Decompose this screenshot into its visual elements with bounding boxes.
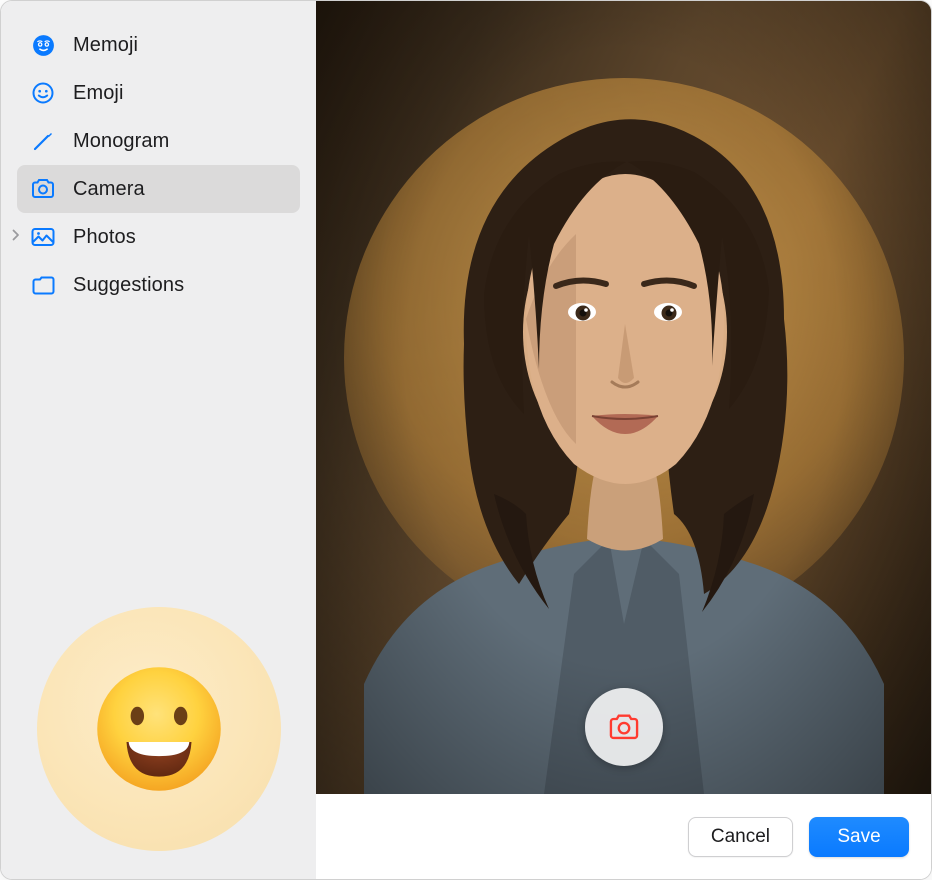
sidebar-item-label: Camera: [73, 178, 145, 201]
main-content: Cancel Save: [316, 1, 931, 879]
sidebar-item-label: Emoji: [73, 82, 124, 105]
sidebar-list: Memoji Emoji: [17, 21, 300, 309]
sidebar: Memoji Emoji: [1, 1, 316, 879]
emoji-icon: [29, 79, 57, 107]
footer: Cancel Save: [316, 794, 931, 879]
shutter-button[interactable]: [585, 688, 663, 766]
profile-picture-editor: Memoji Emoji: [0, 0, 932, 880]
sidebar-item-label: Monogram: [73, 130, 169, 153]
sidebar-item-label: Suggestions: [73, 274, 184, 297]
photos-icon: [29, 223, 57, 251]
sidebar-item-label: Memoji: [73, 34, 138, 57]
sidebar-item-emoji[interactable]: Emoji: [17, 69, 300, 117]
camera-shutter-icon: [607, 713, 641, 742]
chevron-right-icon: [11, 228, 21, 246]
save-button[interactable]: Save: [809, 817, 909, 857]
current-picture-preview: [37, 607, 281, 851]
camera-subject: [344, 64, 904, 794]
sidebar-item-label: Photos: [73, 226, 136, 249]
sidebar-item-photos[interactable]: Photos: [17, 213, 300, 261]
sidebar-item-monogram[interactable]: Monogram: [17, 117, 300, 165]
monogram-icon: [29, 127, 57, 155]
suggestions-icon: [29, 271, 57, 299]
sidebar-item-suggestions[interactable]: Suggestions: [17, 261, 300, 309]
camera-preview: [316, 1, 931, 794]
camera-icon: [29, 175, 57, 203]
sidebar-item-camera[interactable]: Camera: [17, 165, 300, 213]
grinning-face-icon: [94, 664, 224, 794]
sidebar-item-memoji[interactable]: Memoji: [17, 21, 300, 69]
memoji-icon: [29, 31, 57, 59]
cancel-button[interactable]: Cancel: [688, 817, 793, 857]
